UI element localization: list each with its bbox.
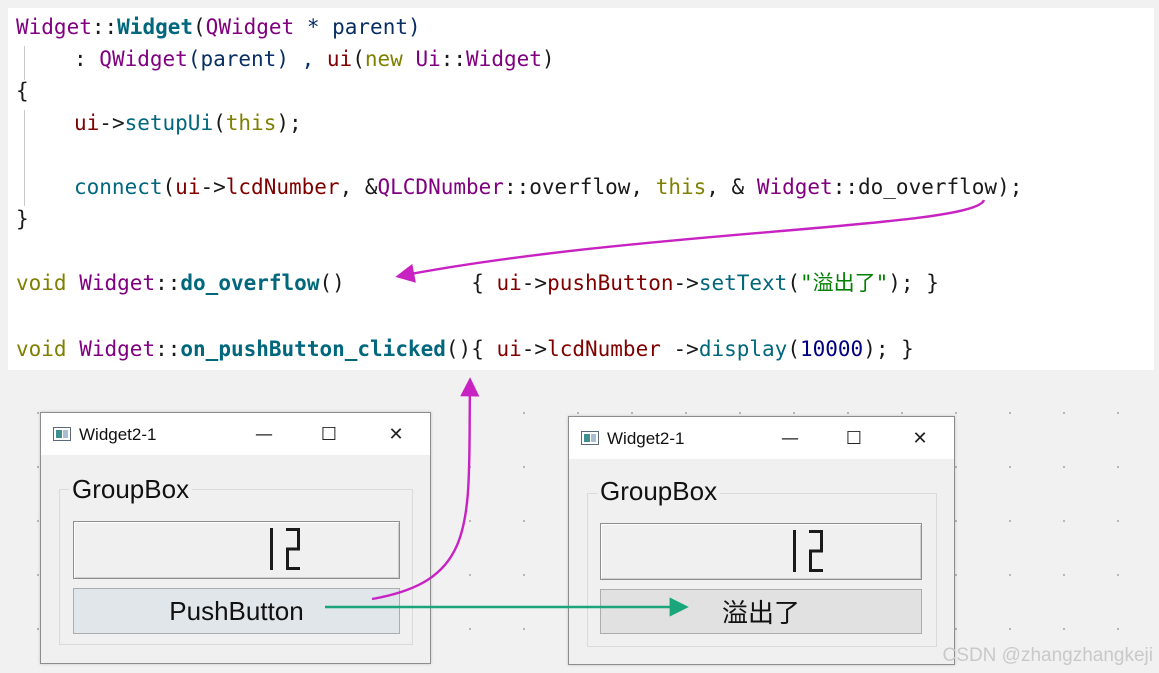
watermark: CSDN @zhangzhangkeji — [942, 645, 1153, 666]
click-handler-arrow — [371, 377, 480, 601]
signal-slot-arrow — [395, 199, 986, 283]
annotation-arrows — [325, 199, 986, 617]
